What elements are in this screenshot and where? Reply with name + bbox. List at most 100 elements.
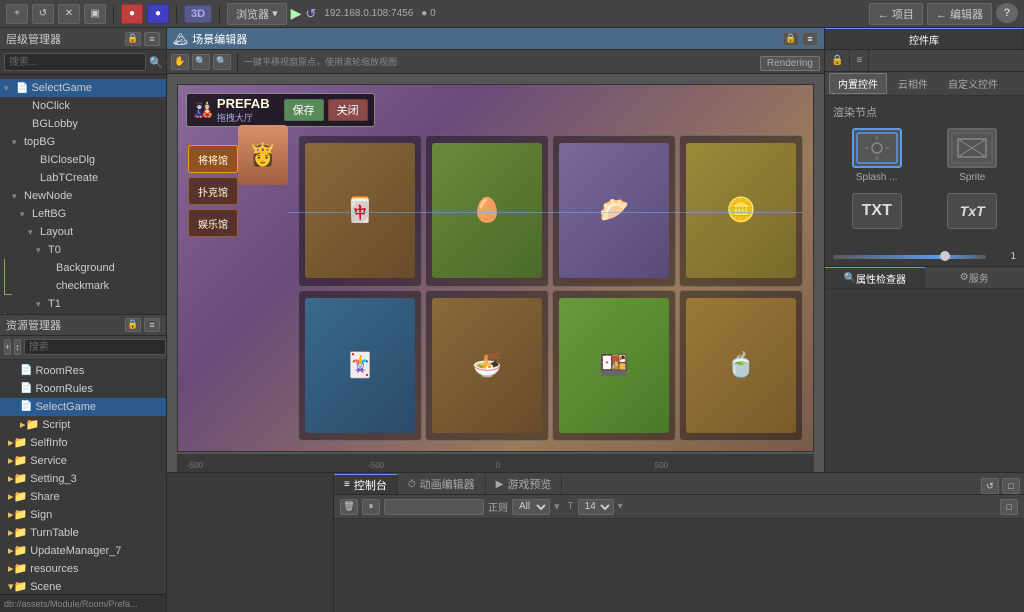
scene-save-btn[interactable]: 保存 <box>284 99 324 121</box>
scene-lock-btn[interactable]: 🔒 <box>783 32 799 46</box>
console-pause-btn[interactable]: ⏸ <box>362 499 380 515</box>
asset-resources[interactable]: ▸📁 resources <box>0 560 166 578</box>
refresh-button[interactable]: ↺ <box>32 4 54 24</box>
browser-button[interactable]: 浏览器 ▾ <box>227 3 287 25</box>
help-button[interactable]: ? <box>996 3 1018 23</box>
menu-btn-entertainment[interactable]: 娱乐馆 <box>188 209 238 237</box>
tab-control-library[interactable]: 控件库 <box>825 28 1024 49</box>
tree-item-background1[interactable]: ▸ Background <box>0 259 166 277</box>
move-tool[interactable]: ✋ <box>171 54 189 70</box>
rb-tab-service[interactable]: ⚙ 服务 <box>925 267 1024 288</box>
slider-thumb[interactable] <box>940 251 950 261</box>
console-font-select[interactable]: 14 <box>578 499 614 515</box>
asset-updatemanager[interactable]: ▸📁 UpdateManager_7 <box>0 542 166 560</box>
txt-node-italic[interactable]: TxT <box>929 193 1017 229</box>
tree-item-topbg[interactable]: ▾ topBG <box>0 133 166 151</box>
tree-item-labtcreate[interactable]: ▸ LabTCreate <box>0 169 166 187</box>
asset-sign[interactable]: ▸📁 Sign <box>0 506 166 524</box>
game-cell-4[interactable]: 🪙 <box>679 135 803 287</box>
asset-label-setting3: Setting_3 <box>30 473 76 485</box>
tab-console[interactable]: ≡ 控制台 <box>334 474 398 494</box>
game-cell-7[interactable]: 🍱 <box>552 290 676 442</box>
add-button[interactable]: + <box>6 4 28 24</box>
console-level-select[interactable]: All <box>512 499 550 515</box>
console-maximize-btn[interactable]: □ <box>1002 478 1020 494</box>
preview-icon: ▶ <box>496 479 504 490</box>
asset-script[interactable]: ▸📁 Script <box>0 416 166 434</box>
menu-btn-majiang[interactable]: 将将馆 <box>188 145 238 173</box>
zoom-out-tool[interactable]: 🔍 <box>213 54 231 70</box>
render-node-splash[interactable]: Splash ... <box>833 128 921 183</box>
asset-label-sign: Sign <box>30 509 52 521</box>
assets-add-btn[interactable]: + <box>4 339 11 355</box>
console-settings-btn[interactable]: □ <box>1000 499 1018 515</box>
red-button[interactable]: ● <box>121 4 143 24</box>
tree-item-background2[interactable]: ▸ Background <box>0 313 166 314</box>
game-cell-6[interactable]: 🍜 <box>425 290 549 442</box>
render-node-sprite[interactable]: Sprite <box>929 128 1017 183</box>
console-clear-btn[interactable]: 🗑 <box>340 499 358 515</box>
asset-selfinfo[interactable]: ▸📁 SelfInfo <box>0 434 166 452</box>
ctrl-tab-custom[interactable]: 自定义控件 <box>939 73 1007 94</box>
tree-item-leftbg[interactable]: ▾ LeftBG <box>0 205 166 223</box>
tab-right-2[interactable]: ≡ <box>850 50 869 71</box>
game-cell-8[interactable]: 🍵 <box>679 290 803 442</box>
game-cell-img-4: 🪙 <box>686 143 796 278</box>
tree-item-layout[interactable]: ▾ Layout <box>0 223 166 241</box>
assets-search-input[interactable] <box>24 339 166 355</box>
console-filter-input[interactable] <box>384 499 484 515</box>
browser-label: 浏览器 <box>236 6 269 22</box>
scene-content[interactable]: 🎎 PREFAB 拖拽大厅 保存 关闭 将 <box>167 74 824 472</box>
assets-sort-btn[interactable]: ↕ <box>14 339 21 355</box>
game-cell-2[interactable]: 🥚 <box>425 135 549 287</box>
tree-item-noclick[interactable]: ▸ NoClick <box>0 97 166 115</box>
asset-roomres[interactable]: 📄 RoomRes <box>0 362 166 380</box>
props-slider[interactable] <box>833 255 986 259</box>
asset-selectgame[interactable]: 📄 SelectGame <box>0 398 166 416</box>
asset-share[interactable]: ▸📁 Share <box>0 488 166 506</box>
asset-roomrules[interactable]: 📄 RoomRules <box>0 380 166 398</box>
assets-menu-btn[interactable]: ≡ <box>144 318 160 332</box>
asset-setting3[interactable]: ▸📁 Setting_3 <box>0 470 166 488</box>
tab-preview[interactable]: ▶ 游戏预览 <box>486 474 563 494</box>
3d-button[interactable]: 3D <box>184 5 212 23</box>
assets-tree: 📄 RoomRes 📄 RoomRules 📄 SelectGame ▸📁 Sc… <box>0 360 166 595</box>
scene-menu-btn[interactable]: ≡ <box>802 32 818 46</box>
asset-turntable[interactable]: ▸📁 TurnTable <box>0 524 166 542</box>
close-button[interactable]: ✕ <box>58 4 80 24</box>
tree-item-t0[interactable]: ▾ T0 <box>0 241 166 259</box>
asset-service[interactable]: ▸📁 Service <box>0 452 166 470</box>
tab-right-1[interactable]: 🔒 <box>825 50 850 71</box>
assets-lock-btn[interactable]: 🔒 <box>125 318 141 332</box>
ctrl-tab-cloud[interactable]: 云相件 <box>889 73 937 94</box>
asset-scene[interactable]: ▾📁 Scene <box>0 578 166 595</box>
zoom-in-tool[interactable]: 🔍 <box>192 54 210 70</box>
replay-button[interactable]: ↺ <box>305 6 316 22</box>
editor-button[interactable]: ← 编辑器 <box>927 3 992 25</box>
game-cell-5[interactable]: 🃏 <box>298 290 422 442</box>
hierarchy-menu-btn[interactable]: ≡ <box>144 32 160 46</box>
tree-item-selectgame[interactable]: ▾ 📄 SelectGame <box>0 79 166 97</box>
hierarchy-search-input[interactable] <box>4 53 146 71</box>
tree-item-checkmark1[interactable]: ▸ checkmark <box>0 277 166 295</box>
ctrl-tab-builtin[interactable]: 内置控件 <box>829 73 887 94</box>
txt-node-normal[interactable]: TXT <box>833 193 921 229</box>
arrow-t1: ▾ <box>36 299 48 310</box>
tree-item-newnode[interactable]: ▾ NewNode <box>0 187 166 205</box>
tree-item-t1[interactable]: ▾ T1 <box>0 295 166 313</box>
hierarchy-lock-btn[interactable]: 🔒 <box>125 32 141 46</box>
game-cell-3[interactable]: 🥟 <box>552 135 676 287</box>
prefab-icon: 🎎 <box>193 100 213 120</box>
menu-btn-poker[interactable]: 扑克馆 <box>188 177 238 205</box>
tree-item-biclosedlg[interactable]: ▸ BICloseDlg <box>0 151 166 169</box>
build-button[interactable]: ▣ <box>84 4 106 24</box>
tree-item-bglobby[interactable]: ▸ BGLobby <box>0 115 166 133</box>
console-refresh-btn[interactable]: ↺ <box>981 478 999 494</box>
blue-button[interactable]: ● <box>147 4 169 24</box>
scene-close-btn[interactable]: 关闭 <box>328 99 368 121</box>
play-button[interactable]: ▶ <box>291 5 302 22</box>
rb-tab-inspector[interactable]: 🔍 属性检查器 <box>825 267 925 288</box>
tab-animation[interactable]: ⏱ 动画编辑器 <box>398 474 486 494</box>
project-button[interactable]: ← 项目 <box>869 3 923 25</box>
game-cell-1[interactable]: 🀄 <box>298 135 422 287</box>
